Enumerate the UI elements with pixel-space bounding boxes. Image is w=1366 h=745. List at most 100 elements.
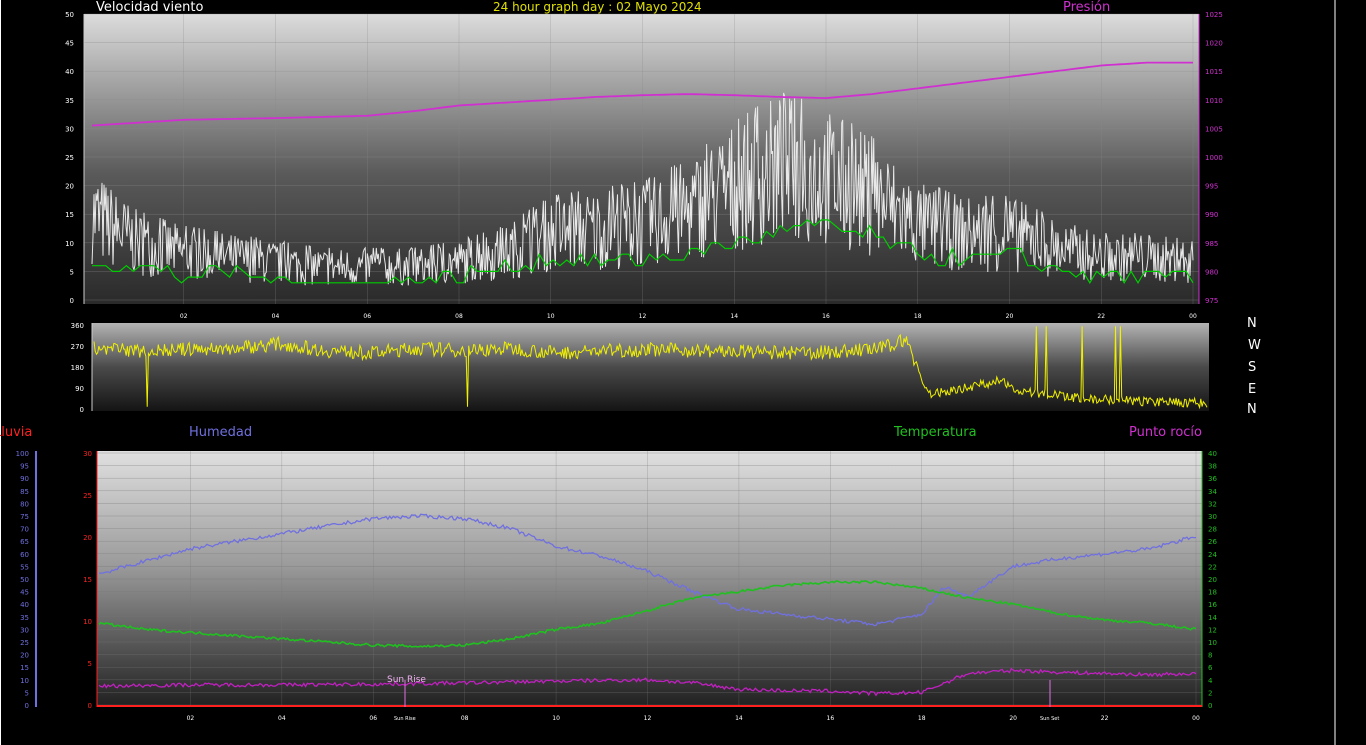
weather-graph: 0510152025303540455097598098599099510001… xyxy=(0,0,1336,745)
temperature-y-tick: 12 xyxy=(1208,626,1217,634)
pressure-y-tick: 985 xyxy=(1205,240,1218,248)
wind-x-tick: 06 xyxy=(363,313,371,320)
climate-x-tick: 20 xyxy=(1009,715,1017,722)
wind-y-tick: 20 xyxy=(65,183,74,191)
dir-label-e: E xyxy=(1248,382,1256,397)
temperature-y-tick: 20 xyxy=(1208,576,1217,584)
temperature-title: Temperatura xyxy=(893,425,977,440)
direction-y-tick: 180 xyxy=(71,364,84,372)
humidity-y-tick: 0 xyxy=(25,702,29,710)
temperature-y-tick: 40 xyxy=(1208,450,1217,458)
climate-x-tick: 12 xyxy=(644,715,652,722)
wind-x-tick: 18 xyxy=(914,313,922,320)
temperature-y-tick: 32 xyxy=(1208,500,1217,508)
pressure-y-tick: 1020 xyxy=(1205,40,1223,48)
humidity-title: Humedad xyxy=(189,425,252,440)
pressure-y-tick: 1025 xyxy=(1205,11,1223,19)
climate-x-tick: 06 xyxy=(369,715,377,722)
temperature-y-tick: 8 xyxy=(1208,652,1212,660)
direction-y-tick: 360 xyxy=(71,322,84,330)
wind-y-tick: 0 xyxy=(70,297,74,305)
wind-y-tick: 15 xyxy=(65,211,74,219)
wind-x-tick: 22 xyxy=(1097,313,1105,320)
sunset-tick-label: Sun Set xyxy=(1040,716,1059,722)
humidity-y-tick: 100 xyxy=(16,450,29,458)
rain-title: Lluvia xyxy=(0,425,32,440)
temperature-y-tick: 4 xyxy=(1208,677,1213,685)
dir-label-s: S xyxy=(1248,360,1256,375)
pressure-y-tick: 980 xyxy=(1205,268,1218,276)
humidity-y-tick: 80 xyxy=(20,500,29,508)
climate-x-tick: 14 xyxy=(735,715,743,722)
sunrise-label: Sun Rise xyxy=(387,675,426,685)
pressure-title: Presión xyxy=(1063,0,1110,15)
wind-title: Velocidad viento xyxy=(96,0,203,15)
temperature-y-tick: 34 xyxy=(1208,488,1217,496)
temperature-y-tick: 36 xyxy=(1208,475,1217,483)
rain-y-tick: 20 xyxy=(83,534,92,542)
temperature-y-tick: 24 xyxy=(1208,551,1217,559)
wind-y-tick: 35 xyxy=(65,97,74,105)
wind-y-tick: 10 xyxy=(65,240,74,248)
pressure-y-tick: 975 xyxy=(1205,297,1218,305)
direction-y-tick: 0 xyxy=(80,406,84,414)
temperature-y-tick: 26 xyxy=(1208,538,1217,546)
temperature-y-tick: 18 xyxy=(1208,589,1217,597)
wind-y-tick: 45 xyxy=(65,40,74,48)
pressure-y-tick: 990 xyxy=(1205,211,1218,219)
humidity-y-tick: 35 xyxy=(20,614,29,622)
humidity-y-tick: 95 xyxy=(20,463,29,471)
temperature-y-tick: 6 xyxy=(1208,664,1213,672)
dir-label-w: W xyxy=(1248,338,1261,353)
wind-x-tick: 12 xyxy=(639,313,647,320)
pressure-y-tick: 1015 xyxy=(1205,68,1223,76)
direction-plot-area xyxy=(92,323,1209,411)
temperature-y-tick: 14 xyxy=(1208,614,1217,622)
wind-y-tick: 25 xyxy=(65,154,74,162)
rain-y-tick: 5 xyxy=(88,660,92,668)
humidity-y-tick: 50 xyxy=(20,576,29,584)
humidity-y-tick: 45 xyxy=(20,589,29,597)
wind-y-tick: 30 xyxy=(65,125,74,133)
rain-y-tick: 25 xyxy=(83,492,92,500)
climate-x-tick: 08 xyxy=(461,715,469,722)
pressure-y-tick: 995 xyxy=(1205,183,1218,191)
humidity-y-tick: 55 xyxy=(20,563,29,571)
rain-y-tick: 15 xyxy=(83,576,92,584)
wind-x-tick: 04 xyxy=(272,313,280,320)
pressure-y-tick: 1005 xyxy=(1205,125,1223,133)
pressure-y-tick: 1000 xyxy=(1205,154,1223,162)
direction-y-tick: 90 xyxy=(75,385,84,393)
wind-x-tick: 00 xyxy=(1189,313,1197,320)
temperature-y-tick: 0 xyxy=(1208,702,1212,710)
humidity-y-tick: 90 xyxy=(20,475,29,483)
rain-y-tick: 10 xyxy=(83,618,92,626)
temperature-y-tick: 16 xyxy=(1208,601,1217,609)
wind-y-tick: 5 xyxy=(70,268,74,276)
wind-x-tick: 02 xyxy=(180,313,188,320)
wind-x-tick: 10 xyxy=(547,313,555,320)
dewpoint-title: Punto rocío xyxy=(1129,425,1202,440)
climate-x-tick: 02 xyxy=(187,715,195,722)
graph-title: 24 hour graph day : 02 Mayo 2024 xyxy=(493,0,702,14)
temperature-y-tick: 30 xyxy=(1208,513,1217,521)
rain-y-tick: 30 xyxy=(83,450,92,458)
temperature-y-tick: 10 xyxy=(1208,639,1217,647)
humidity-y-tick: 60 xyxy=(20,551,29,559)
direction-y-tick: 270 xyxy=(71,343,84,351)
temperature-y-tick: 38 xyxy=(1208,463,1217,471)
sunrise-tick-label: Sun Rise xyxy=(394,716,416,722)
rain-y-tick: 0 xyxy=(88,702,92,710)
humidity-y-tick: 40 xyxy=(20,601,29,609)
temperature-y-tick: 2 xyxy=(1208,689,1212,697)
dir-label-n-top: N xyxy=(1247,316,1257,331)
wind-x-tick: 08 xyxy=(455,313,463,320)
humidity-y-tick: 75 xyxy=(20,513,29,521)
wind-x-tick: 20 xyxy=(1006,313,1014,320)
climate-x-tick: 00 xyxy=(1192,715,1200,722)
humidity-y-tick: 65 xyxy=(20,538,29,546)
humidity-y-tick: 15 xyxy=(20,664,29,672)
pressure-y-tick: 1010 xyxy=(1205,97,1223,105)
wind-y-tick: 50 xyxy=(65,11,74,19)
wind-y-tick: 40 xyxy=(65,68,74,76)
